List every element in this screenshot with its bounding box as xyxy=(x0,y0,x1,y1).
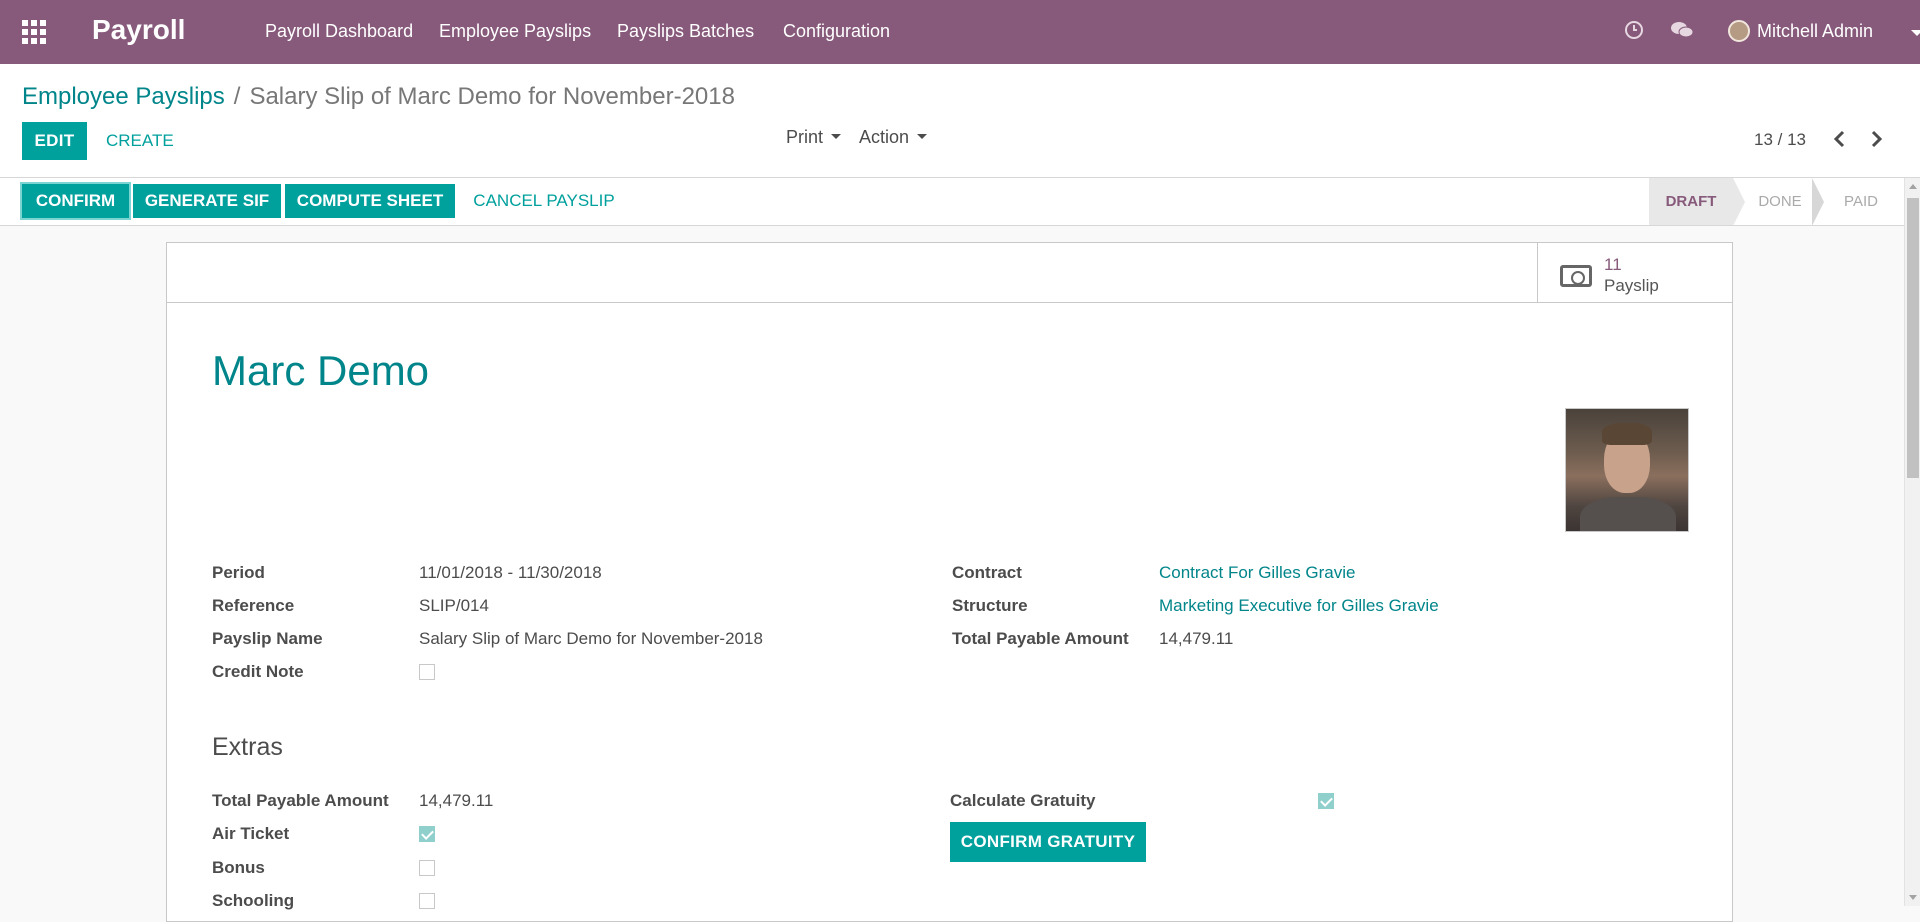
app-title: Payroll xyxy=(92,14,186,45)
breadcrumb-separator: / xyxy=(233,83,241,110)
chat-icon[interactable] xyxy=(1670,20,1694,44)
contract-link[interactable]: Contract For Gilles Gravie xyxy=(1159,563,1356,583)
control-panel: Employee Payslips / Salary Slip of Marc De… xyxy=(0,64,1920,178)
breadcrumb-current: Salary Slip of Marc Demo for November-20… xyxy=(249,83,735,110)
calculate-gratuity-label: Calculate Gratuity xyxy=(950,791,1096,810)
clock-icon[interactable] xyxy=(1622,20,1646,44)
schooling-checkbox[interactable] xyxy=(419,893,435,909)
extras-total-payable-value: 14,479.11 xyxy=(419,791,494,810)
air-ticket-checkbox[interactable] xyxy=(419,826,435,842)
period-value: 11/01/2018 - 11/30/2018 xyxy=(419,563,602,582)
employee-name: Marc Demo xyxy=(212,347,430,394)
total-payable-value: 14,479.11 xyxy=(1159,629,1234,648)
status-bar: CONFIRM GENERATE SIF COMPUTE SHEET CANCE… xyxy=(0,178,1904,226)
scrollbar[interactable] xyxy=(1904,178,1920,906)
breadcrumb: Employee Payslips / Salary Slip of Marc De… xyxy=(22,83,735,111)
compute-sheet-button[interactable]: COMPUTE SHEET xyxy=(285,184,455,218)
air-ticket-label: Air Ticket xyxy=(212,824,290,843)
stage-done[interactable]: DONE xyxy=(1748,178,1812,225)
bonus-label: Bonus xyxy=(212,858,265,877)
stage-paid[interactable]: PAID xyxy=(1826,178,1896,225)
caret-down-icon xyxy=(831,134,842,139)
cancel-payslip-button[interactable]: CANCEL PAYSLIP xyxy=(459,184,629,218)
user-avatar xyxy=(1728,20,1750,42)
create-button[interactable]: CREATE xyxy=(106,122,174,160)
structure-label: Structure xyxy=(952,596,1028,615)
edit-button[interactable]: EDIT xyxy=(22,122,87,160)
user-name: Mitchell Admin xyxy=(1757,21,1874,41)
reference-label: Reference xyxy=(212,596,295,615)
pager-value[interactable]: 13 / 13 xyxy=(1754,130,1806,150)
stage-arrow xyxy=(1733,178,1745,226)
smart-button-box: 11 Payslip xyxy=(167,243,1732,303)
payslip-name-label: Payslip Name xyxy=(212,629,323,648)
schooling-label: Schooling xyxy=(212,891,295,910)
employee-photo[interactable] xyxy=(1565,408,1689,532)
print-label: Print xyxy=(786,127,824,147)
period-label: Period xyxy=(212,563,265,582)
payslip-name-value: Salary Slip of Marc Demo for November-20… xyxy=(419,629,763,648)
menu-configuration[interactable]: Configuration xyxy=(783,21,890,42)
extras-total-payable-label: Total Payable Amount xyxy=(212,791,389,810)
generate-sif-button[interactable]: GENERATE SIF xyxy=(133,184,281,218)
money-icon xyxy=(1560,265,1592,287)
structure-link[interactable]: Marketing Executive for Gilles Gravie xyxy=(1159,596,1439,616)
total-payable-label: Total Payable Amount xyxy=(952,629,1129,648)
confirm-button[interactable]: CONFIRM xyxy=(22,184,129,218)
menu-payslips-batches[interactable]: Payslips Batches xyxy=(617,21,754,42)
calculate-gratuity-checkbox[interactable] xyxy=(1318,793,1334,809)
action-label: Action xyxy=(859,127,910,147)
bonus-checkbox[interactable] xyxy=(419,860,435,876)
chevron-down-icon xyxy=(1911,30,1920,36)
stage-draft[interactable]: DRAFT xyxy=(1649,178,1733,225)
form-sheet: 11 Payslip Marc Demo Period 11/01/2018 -… xyxy=(166,242,1733,922)
extras-title: Extras xyxy=(212,733,283,761)
payslip-count: 11 xyxy=(1604,255,1622,274)
reference-value: SLIP/014 xyxy=(419,596,489,615)
scroll-up-icon[interactable] xyxy=(1909,184,1917,189)
contract-label: Contract xyxy=(952,563,1022,582)
scrollbar-thumb[interactable] xyxy=(1907,198,1919,478)
caret-down-icon xyxy=(917,134,928,139)
credit-note-label: Credit Note xyxy=(212,662,304,681)
top-navbar: Payroll Payroll Dashboard Employee Paysl… xyxy=(0,0,1920,64)
print-dropdown[interactable]: Print xyxy=(786,127,842,148)
menu-employee-payslips[interactable]: Employee Payslips xyxy=(439,21,591,42)
breadcrumb-parent[interactable]: Employee Payslips xyxy=(22,83,225,110)
confirm-gratuity-button[interactable]: CONFIRM GRATUITY xyxy=(950,822,1146,862)
scroll-down-icon[interactable] xyxy=(1909,895,1917,900)
pager-next-icon[interactable] xyxy=(1867,130,1887,154)
credit-note-checkbox[interactable] xyxy=(419,664,435,680)
stage-arrow xyxy=(1812,178,1824,226)
apps-grid-icon[interactable] xyxy=(22,20,46,44)
payslip-count-button[interactable]: 11 Payslip xyxy=(1537,243,1732,303)
menu-payroll-dashboard[interactable]: Payroll Dashboard xyxy=(265,21,413,42)
payslip-count-label: Payslip xyxy=(1604,276,1659,295)
pager-previous-icon[interactable] xyxy=(1829,130,1849,154)
action-dropdown[interactable]: Action xyxy=(859,127,928,148)
